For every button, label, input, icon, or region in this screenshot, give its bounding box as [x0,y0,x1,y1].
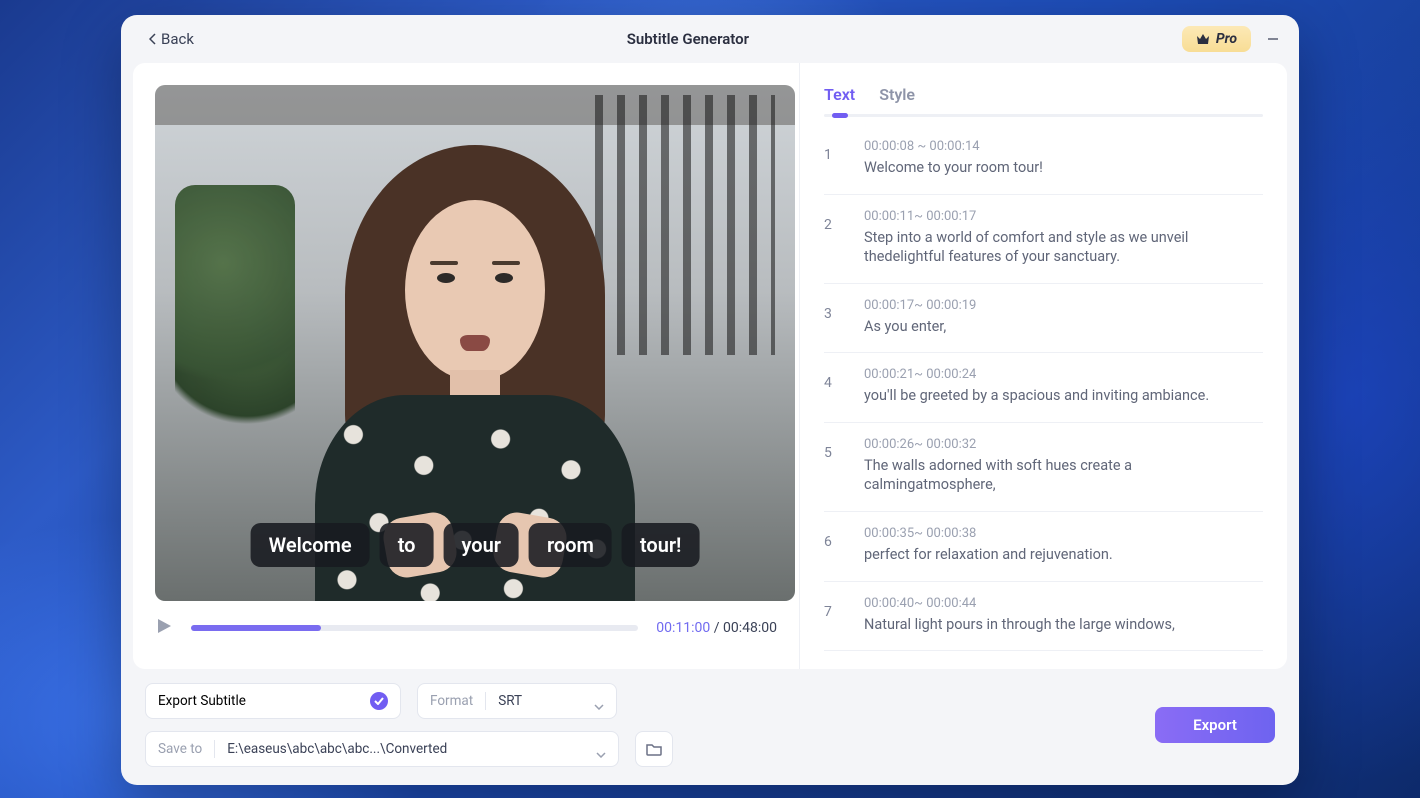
chevron-left-icon [149,33,157,45]
subtitle-body: 00:00:40~ 00:00:44 Natural light pours in… [864,596,1263,635]
subtitle-index: 4 [824,367,840,406]
video-transport: 00:11:00 / 00:48:00 [155,617,777,639]
time-readout: 00:11:00 / 00:48:00 [656,620,777,636]
folder-icon [646,742,662,756]
field-divider [214,740,215,758]
play-button[interactable] [155,617,173,639]
timeline-progress [191,625,321,631]
save-to-label: Save to [158,741,202,757]
subtitle-time: 00:00:21~ 00:00:24 [864,367,1263,382]
format-select[interactable]: Format SRT [417,683,617,719]
app-window: Back Subtitle Generator Pro [121,15,1299,785]
time-current: 00:11:00 [656,620,710,636]
back-button[interactable]: Back [149,30,194,48]
tab-style[interactable]: Style [879,85,915,104]
caption-word: Welcome [251,523,370,567]
panel-tabs: Text Style [800,63,1287,104]
chevron-down-icon [594,698,604,704]
subtitle-body: 00:00:26~ 00:00:32 The walls adorned with… [864,437,1263,495]
caption-word: your [443,523,518,567]
subtitle-index: 1 [824,139,840,178]
export-subtitle-label: Export Subtitle [158,693,246,709]
subtitle-index: 5 [824,437,840,495]
format-label: Format [430,693,473,709]
subtitle-row[interactable]: 5 00:00:26~ 00:00:32 The walls adorned wit… [824,423,1263,512]
subtitle-body: 00:00:17~ 00:00:19 As you enter, [864,298,1263,337]
subtitle-panel: Text Style 1 00:00:08 ~ 00:00:14 Welcome t… [799,63,1287,669]
timeline-scrubber[interactable] [191,625,638,631]
subtitle-text: you'll be greeted by a spacious and invi… [864,386,1263,406]
play-icon [155,617,173,635]
subtitle-row[interactable]: 4 00:00:21~ 00:00:24 you'll be greeted by … [824,353,1263,423]
subtitle-index: 7 [824,596,840,635]
field-divider [485,692,486,710]
minimize-icon [1267,33,1279,45]
subtitle-row[interactable]: 6 00:00:35~ 00:00:38 perfect for relaxatio… [824,512,1263,582]
subtitle-text: As you enter, [864,317,1263,337]
save-to-path: E:\easeus\abc\abc\abc...\Converted [227,741,584,757]
footer: Export Subtitle Format SRT Save to E:\ea… [121,669,1299,785]
save-to-select[interactable]: Save to E:\easeus\abc\abc\abc...\Convert… [145,731,619,767]
subtitle-time: 00:00:08 ~ 00:00:14 [864,139,1263,154]
subtitle-text: perfect for relaxation and rejuvenation. [864,545,1263,565]
subtitle-time: 00:00:17~ 00:00:19 [864,298,1263,313]
format-value: SRT [498,693,582,709]
subtitle-list[interactable]: 1 00:00:08 ~ 00:00:14 Welcome to your room… [800,117,1287,669]
subtitle-body: 00:00:21~ 00:00:24 you'll be greeted by a… [864,367,1263,406]
video-panel: Welcometoyourroomtour! 00:11:00 / 00:48:… [133,63,799,669]
crown-icon [1196,33,1210,45]
subtitle-index: 2 [824,209,840,267]
tab-text[interactable]: Text [824,85,855,104]
video-preview[interactable]: Welcometoyourroomtour! [155,85,795,601]
caption-word: to [380,523,434,567]
subtitle-time: 00:00:35~ 00:00:38 [864,526,1263,541]
subtitle-time: 00:00:40~ 00:00:44 [864,596,1263,611]
subtitle-text: The walls adorned with soft hues create … [864,456,1263,495]
subtitle-row[interactable]: 1 00:00:08 ~ 00:00:14 Welcome to your room… [824,125,1263,195]
page-title: Subtitle Generator [194,30,1182,48]
minimize-button[interactable] [1265,31,1281,47]
subtitle-index: 3 [824,298,840,337]
caption-word: tour! [622,523,700,567]
chevron-down-icon [596,746,606,752]
content-area: Welcometoyourroomtour! 00:11:00 / 00:48:… [133,63,1287,669]
caption-word: room [529,523,612,567]
subtitle-index: 6 [824,526,840,565]
subtitle-body: 00:00:35~ 00:00:38 perfect for relaxation… [864,526,1263,565]
subtitle-body: 00:00:08 ~ 00:00:14 Welcome to your room … [864,139,1263,178]
check-circle-icon [370,692,388,710]
subtitle-row[interactable]: 2 00:00:11~ 00:00:17 Step into a world of … [824,195,1263,284]
titlebar-right: Pro [1182,26,1281,52]
export-button[interactable]: Export [1155,707,1275,743]
subtitle-time: 00:00:11~ 00:00:17 [864,209,1263,224]
subtitle-text: Welcome to your room tour! [864,158,1263,178]
titlebar: Back Subtitle Generator Pro [121,15,1299,63]
subtitle-text: Step into a world of comfort and style a… [864,228,1263,267]
footer-left: Export Subtitle Format SRT Save to E:\ea… [145,683,673,767]
subtitle-time: 00:00:26~ 00:00:32 [864,437,1263,452]
tab-indicator [824,114,1263,117]
subtitle-body: 00:00:11~ 00:00:17 Step into a world of c… [864,209,1263,267]
subtitle-row[interactable]: 3 00:00:17~ 00:00:19 As you enter, [824,284,1263,354]
browse-folder-button[interactable] [635,731,673,767]
time-total: 00:48:00 [723,620,777,636]
subtitle-row[interactable]: 7 00:00:40~ 00:00:44 Natural light pours i… [824,582,1263,652]
caption-overlay: Welcometoyourroomtour! [251,523,700,567]
pro-badge[interactable]: Pro [1182,26,1251,52]
back-label: Back [161,30,194,48]
pro-label: Pro [1216,31,1237,47]
subtitle-text: Natural light pours in through the large… [864,615,1263,635]
export-subtitle-toggle[interactable]: Export Subtitle [145,683,401,719]
